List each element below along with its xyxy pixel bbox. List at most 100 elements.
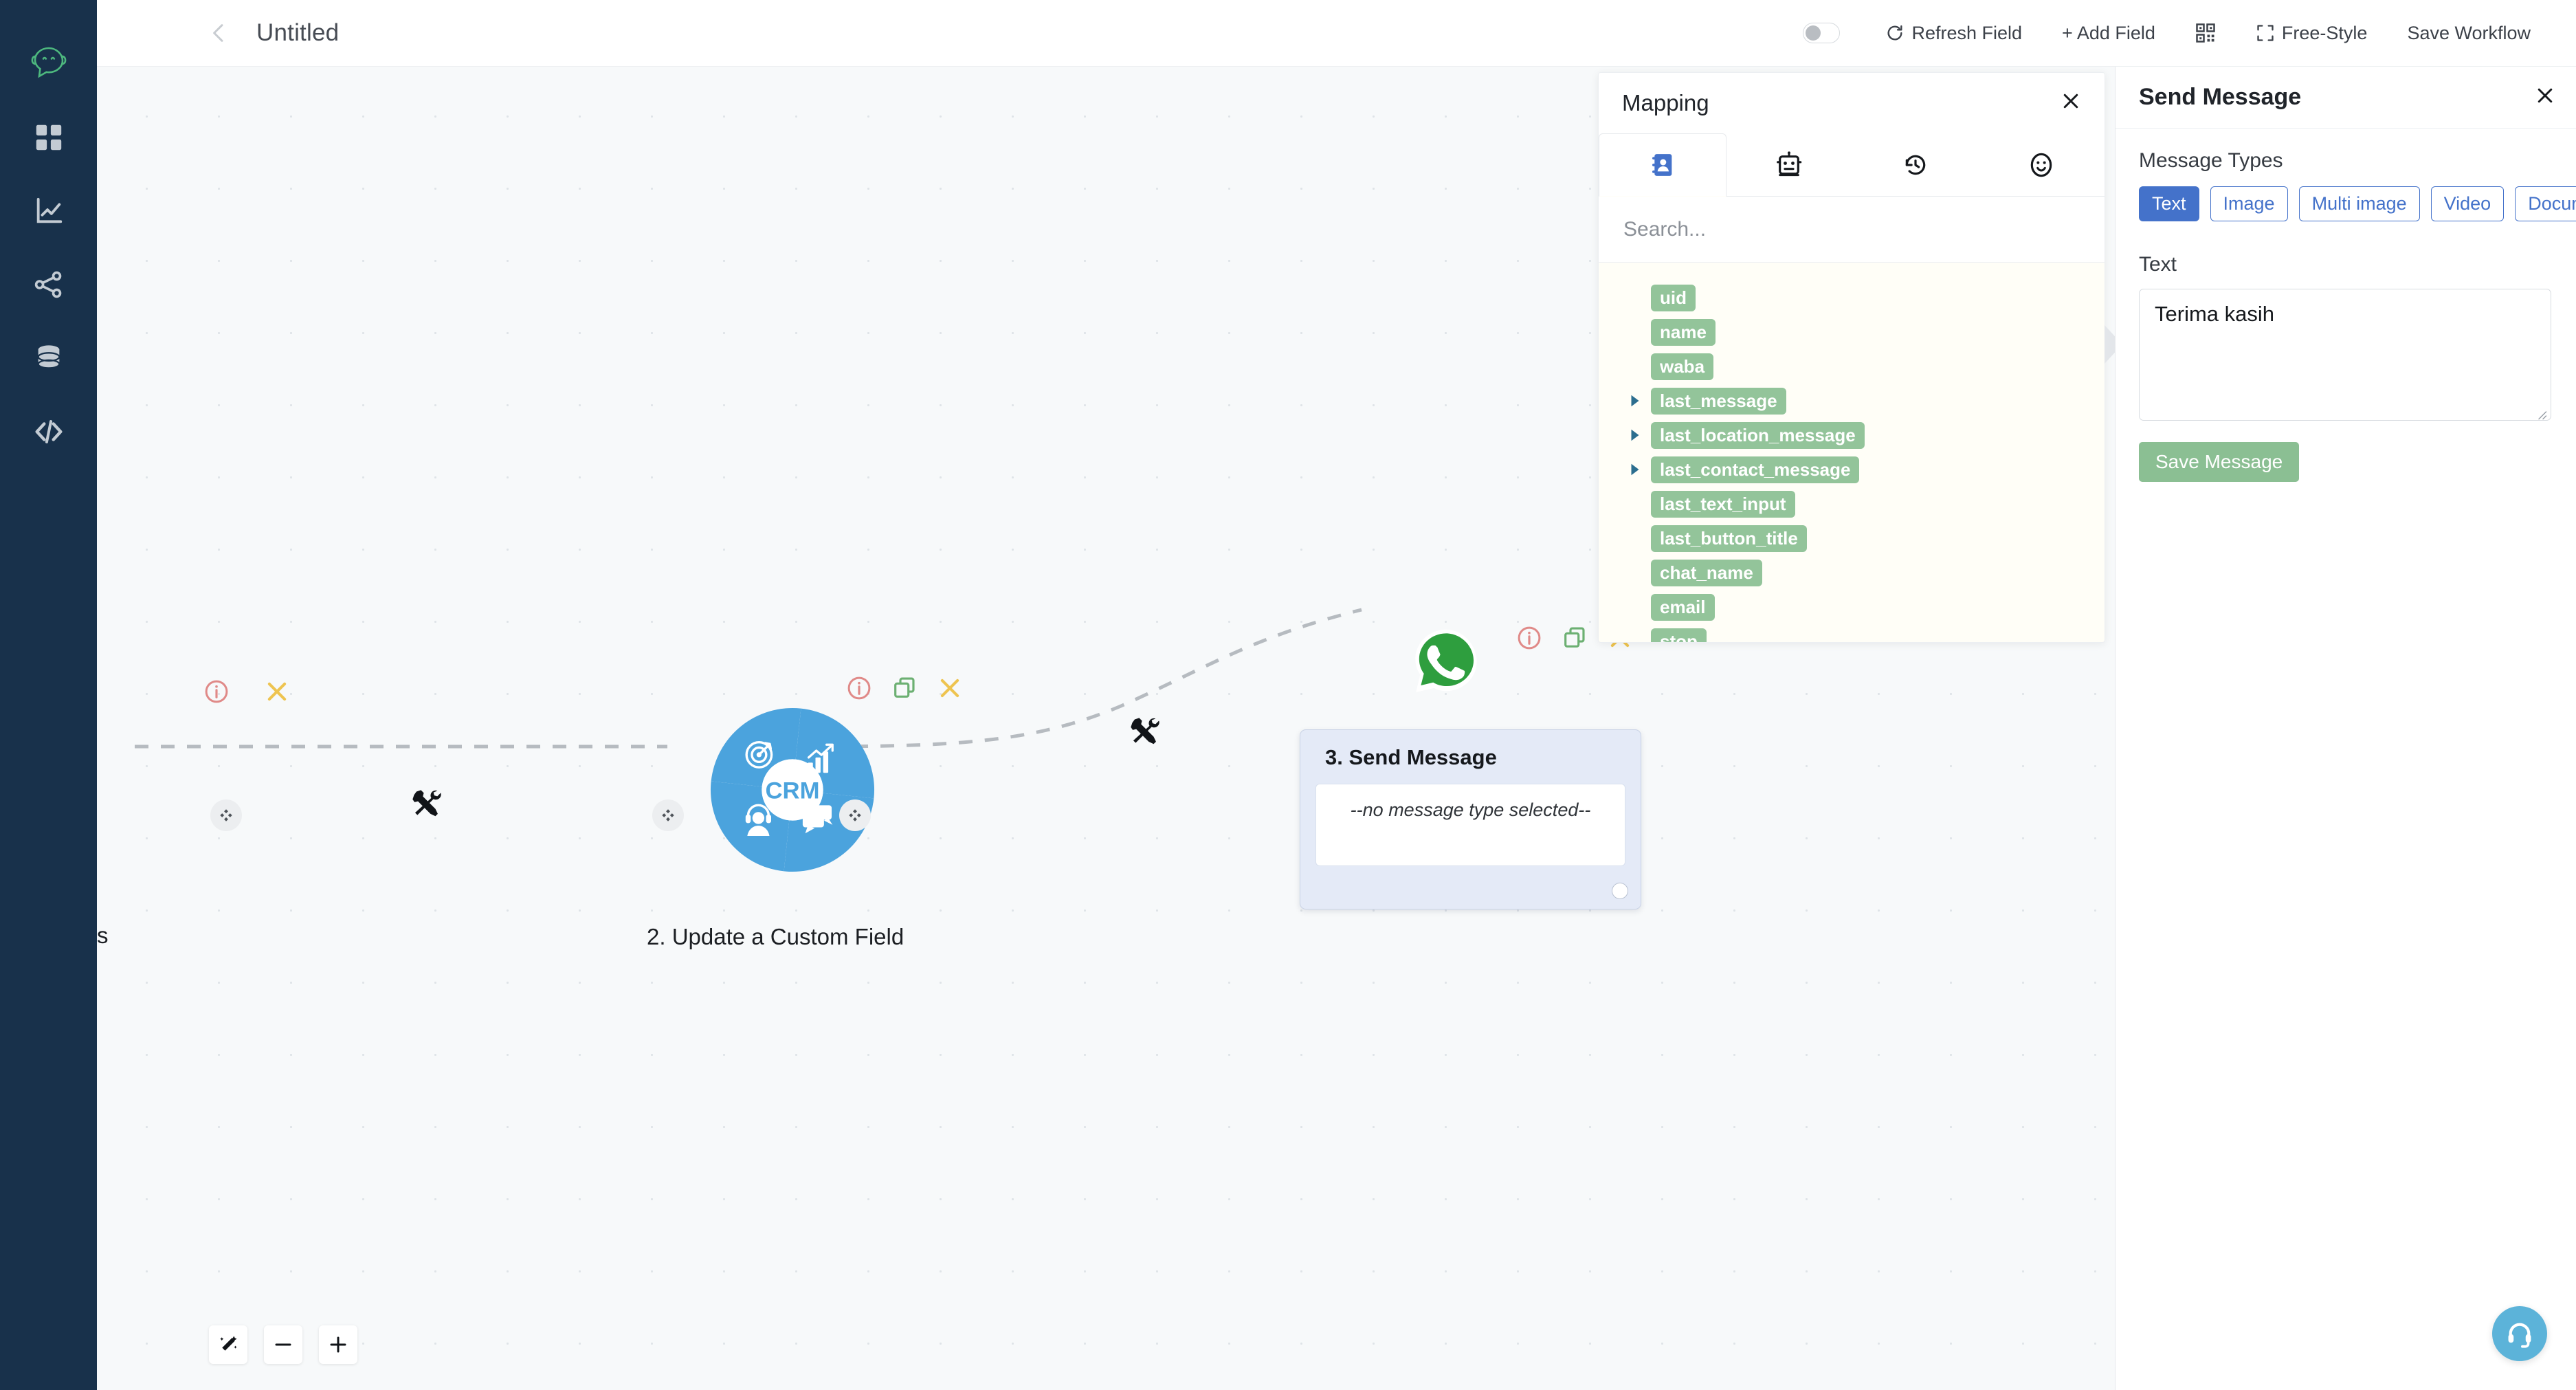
info-icon[interactable] bbox=[1516, 625, 1542, 651]
mapping-field-row[interactable]: last_button_title bbox=[1599, 521, 2105, 555]
mapping-field-row[interactable]: uid bbox=[1599, 280, 2105, 315]
message-types-group: Text Image Multi image Video Document bbox=[2139, 186, 2576, 221]
crm-center-label: CRM bbox=[765, 777, 819, 804]
message-types-label: Message Types bbox=[2139, 149, 2283, 172]
save-workflow-label: Save Workflow bbox=[2407, 22, 2531, 43]
mapping-field-row[interactable]: stop bbox=[1599, 624, 2105, 642]
mapping-field-chip[interactable]: last_message bbox=[1651, 387, 1786, 415]
sidebar-item-database[interactable] bbox=[0, 321, 97, 395]
save-message-button[interactable]: Save Message bbox=[2139, 442, 2300, 482]
toggle-knob bbox=[1806, 25, 1821, 41]
edge-handle-input-crm[interactable] bbox=[652, 799, 684, 831]
info-icon[interactable] bbox=[203, 679, 230, 705]
chat-smiley-logo-icon bbox=[31, 47, 66, 78]
mapping-search-row bbox=[1599, 197, 2105, 263]
send-message-panel: Send Message Message Types Text Image Mu… bbox=[2115, 67, 2576, 1390]
duplicate-icon[interactable] bbox=[891, 675, 918, 701]
sidebar-item-flows[interactable] bbox=[0, 247, 97, 321]
message-type-video-button[interactable]: Video bbox=[2430, 186, 2505, 221]
send-message-node-card[interactable]: 3. Send Message --no message type select… bbox=[1300, 729, 1641, 909]
edge-tools-button-2[interactable] bbox=[1128, 713, 1164, 752]
smiley-face-icon bbox=[2031, 153, 2052, 177]
duplicate-icon[interactable] bbox=[1562, 625, 1588, 651]
message-type-document-button[interactable]: Document bbox=[2515, 186, 2576, 221]
edge-handle-output-1[interactable] bbox=[210, 799, 242, 831]
free-style-button[interactable]: Free-Style bbox=[2243, 16, 2380, 51]
app-logo[interactable] bbox=[0, 25, 97, 100]
diamond-dots-icon bbox=[849, 809, 861, 821]
mapping-field-chip[interactable]: last_contact_message bbox=[1651, 456, 1860, 483]
share-network-icon bbox=[34, 271, 61, 298]
mapping-field-row[interactable]: name bbox=[1599, 315, 2105, 349]
page-title: Untitled bbox=[256, 19, 340, 46]
mapping-tab-contact[interactable] bbox=[1599, 133, 1726, 197]
mapping-tab-bot[interactable] bbox=[1726, 133, 1852, 197]
mapping-tabs bbox=[1599, 133, 2105, 197]
message-type-image-button[interactable]: Image bbox=[2210, 186, 2288, 221]
sidebar-item-analytics[interactable] bbox=[0, 174, 97, 247]
mapping-tab-emoji[interactable] bbox=[1978, 133, 2105, 197]
mapping-field-row[interactable]: last_contact_message bbox=[1599, 452, 2105, 487]
contact-book-icon bbox=[1652, 154, 1672, 176]
mapping-field-chip[interactable]: last_text_input bbox=[1651, 490, 1795, 518]
sidebar-item-dashboard[interactable] bbox=[0, 100, 97, 174]
refresh-field-button[interactable]: Refresh Field bbox=[1873, 16, 2034, 51]
edge-tools-button-1[interactable] bbox=[410, 785, 445, 824]
auto-layout-button[interactable] bbox=[209, 1325, 247, 1364]
mapping-tab-history[interactable] bbox=[1852, 133, 1979, 197]
support-chat-button[interactable] bbox=[2492, 1306, 2547, 1361]
free-style-label: Free-Style bbox=[2281, 22, 2368, 43]
mapping-search-input[interactable] bbox=[1623, 217, 2080, 241]
node-update-custom-field[interactable]: CRM bbox=[707, 705, 878, 879]
expand-caret-icon[interactable] bbox=[1628, 393, 1651, 408]
save-workflow-button[interactable]: Save Workflow bbox=[2395, 16, 2543, 51]
message-type-text-button[interactable]: Text bbox=[2139, 186, 2199, 221]
mapping-field-chip[interactable]: email bbox=[1651, 593, 1715, 621]
info-icon[interactable] bbox=[846, 675, 872, 701]
edge-handle-output-crm[interactable] bbox=[839, 799, 871, 831]
mapping-field-chip[interactable]: uid bbox=[1651, 284, 1696, 311]
headset-support-icon bbox=[2508, 1323, 2531, 1348]
zoom-out-button[interactable] bbox=[264, 1325, 302, 1364]
mapping-field-row[interactable]: email bbox=[1599, 590, 2105, 624]
mapping-field-chip[interactable]: last_button_title bbox=[1651, 525, 1807, 552]
message-text-input[interactable] bbox=[2139, 289, 2551, 421]
node-send-message-icon[interactable] bbox=[1408, 625, 1484, 704]
delete-icon[interactable] bbox=[937, 675, 963, 701]
add-field-button[interactable]: + Add Field bbox=[2050, 16, 2168, 51]
mapping-field-row[interactable]: last_message bbox=[1599, 384, 2105, 418]
expand-caret-icon[interactable] bbox=[1628, 428, 1651, 443]
text-field-wrapper bbox=[2139, 289, 2551, 424]
history-clock-icon bbox=[1905, 155, 1925, 175]
expand-caret-icon[interactable] bbox=[1628, 462, 1651, 477]
send-message-card-body-text: --no message type selected-- bbox=[1350, 799, 1591, 820]
message-type-multi-image-button[interactable]: Multi image bbox=[2298, 186, 2420, 221]
mapping-panel: Mapping Search... uid name waba last_mes… bbox=[1598, 72, 2105, 643]
mapping-field-chip[interactable]: name bbox=[1651, 318, 1716, 346]
mapping-field-row[interactable]: chat_name bbox=[1599, 555, 2105, 590]
mapping-close-button[interactable] bbox=[2061, 91, 2081, 115]
edge-handle-output-send-message[interactable] bbox=[1612, 883, 1628, 899]
mapping-field-chip[interactable]: chat_name bbox=[1651, 559, 1762, 586]
zoom-in-button[interactable] bbox=[319, 1325, 357, 1364]
mapping-field-row[interactable]: waba bbox=[1599, 349, 2105, 384]
mapping-field-row[interactable]: last_location_message bbox=[1599, 418, 2105, 452]
qr-code-button[interactable] bbox=[2183, 16, 2228, 50]
mapping-field-chip[interactable]: last_location_message bbox=[1651, 421, 1865, 449]
robot-icon bbox=[1777, 151, 1802, 176]
send-message-panel-close-button[interactable] bbox=[2535, 85, 2555, 110]
canvas-zoom-controls bbox=[209, 1325, 357, 1364]
header-actions: Refresh Field + Add Field Free-Style Sav… bbox=[1803, 16, 2576, 51]
tools-wrench-screwdriver-icon bbox=[1131, 718, 1159, 744]
add-field-label: + Add Field bbox=[2062, 22, 2155, 43]
code-brackets-icon bbox=[35, 419, 62, 443]
mapping-field-chip[interactable]: waba bbox=[1651, 353, 1714, 380]
sidebar-item-developer[interactable] bbox=[0, 395, 97, 468]
mapping-field-chip[interactable]: stop bbox=[1651, 628, 1707, 642]
workflow-active-toggle[interactable] bbox=[1803, 23, 1841, 43]
mapping-field-row[interactable]: last_text_input bbox=[1599, 487, 2105, 521]
left-sidebar bbox=[0, 0, 97, 1390]
delete-icon[interactable] bbox=[264, 679, 290, 705]
back-button[interactable] bbox=[200, 14, 237, 52]
node-actions-1 bbox=[203, 679, 290, 705]
